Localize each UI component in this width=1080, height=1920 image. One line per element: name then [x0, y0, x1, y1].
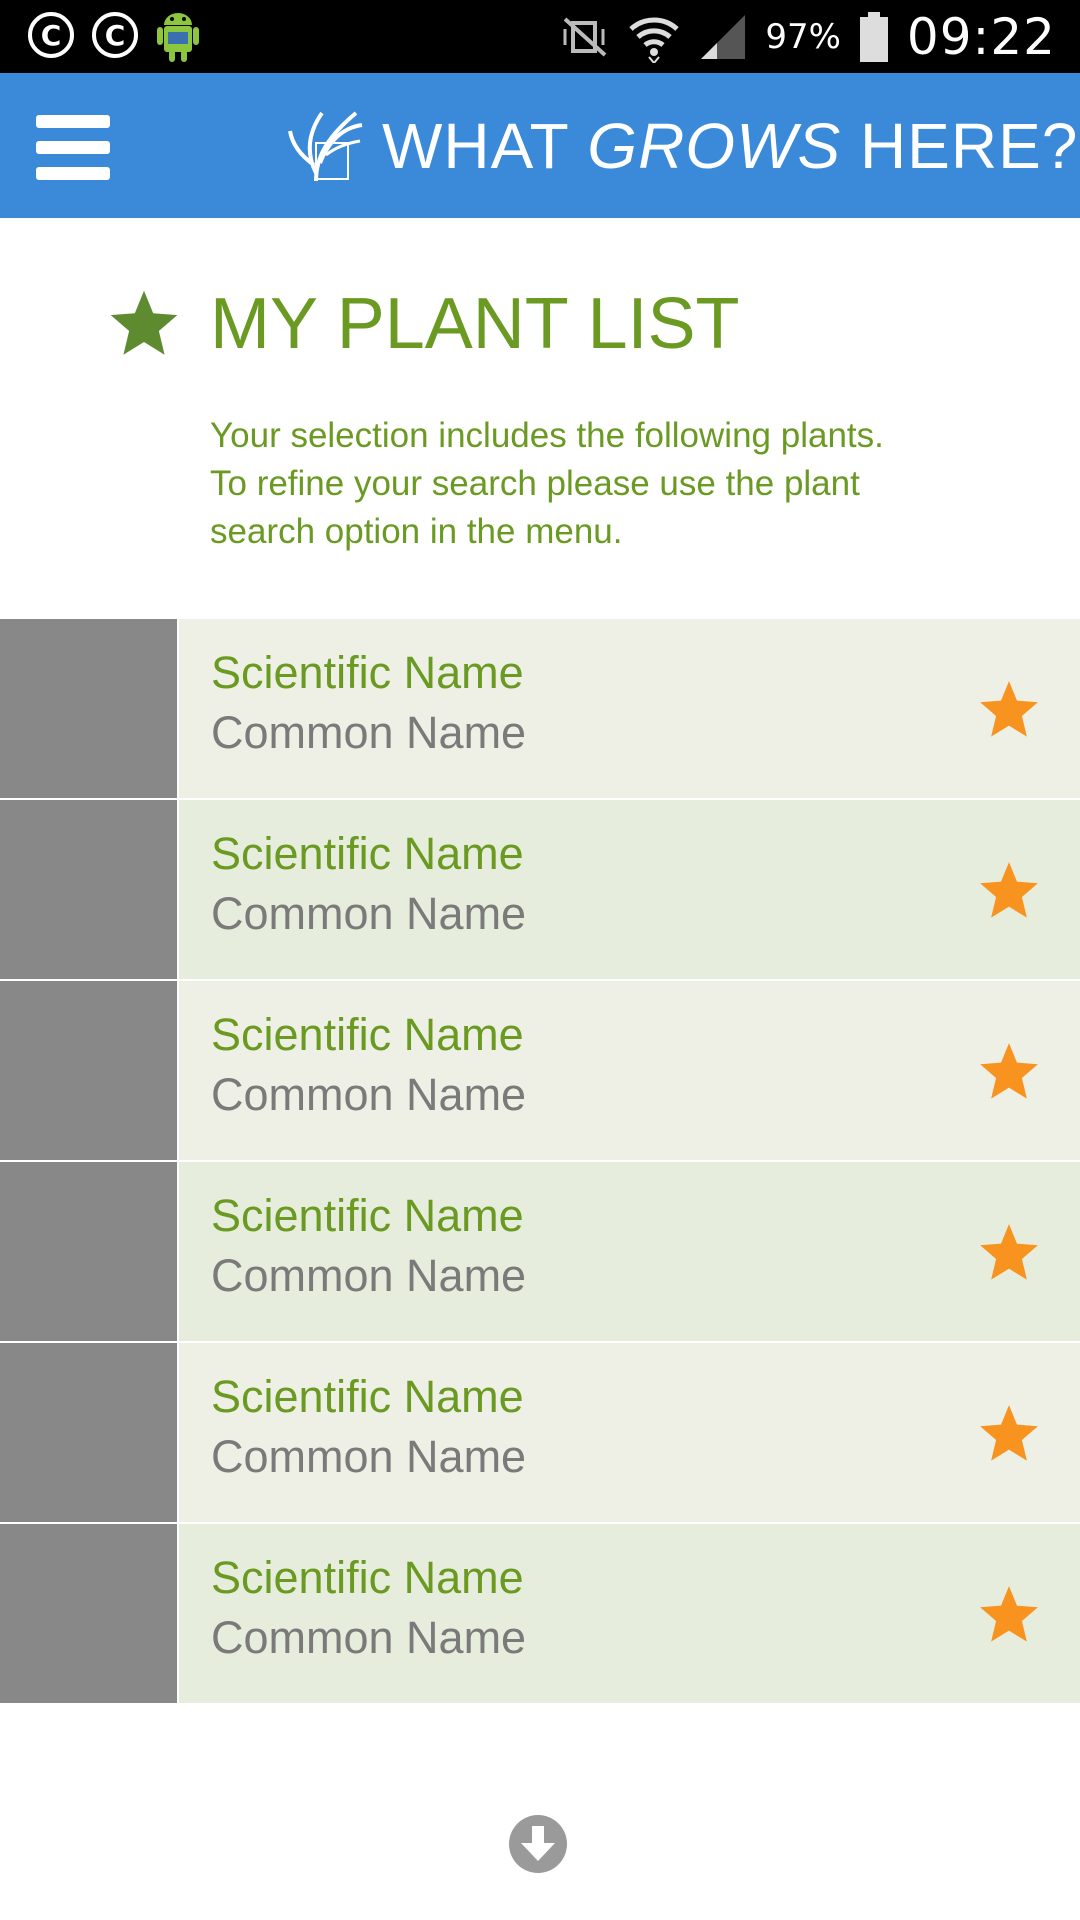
list-item[interactable]: Scientific Name Common Name: [0, 800, 1080, 981]
battery-icon: [859, 11, 888, 62]
favorite-star-icon[interactable]: [976, 1582, 1042, 1648]
vibrate-off-icon: [563, 17, 607, 56]
plant-thumbnail: [0, 1524, 177, 1703]
scientific-name: Scientific Name: [211, 1371, 524, 1422]
android-icon: [157, 13, 199, 62]
plant-thumbnail: [0, 800, 177, 979]
common-name: Common Name: [211, 1250, 527, 1301]
common-name: Common Name: [211, 1612, 527, 1663]
scientific-name: Scientific Name: [211, 647, 524, 698]
copyright-icon: C: [28, 12, 74, 58]
favorite-star-icon[interactable]: [976, 858, 1042, 924]
app-title: WHAT GROWS HERE?: [382, 110, 1079, 182]
list-item[interactable]: Scientific Name Common Name: [0, 1343, 1080, 1524]
common-name: Common Name: [211, 1069, 527, 1120]
plant-thumbnail: [0, 1162, 177, 1341]
common-name: Common Name: [211, 1431, 527, 1482]
list-item[interactable]: Scientific Name Common Name: [0, 1524, 1080, 1705]
hamburger-menu-icon[interactable]: [36, 111, 110, 183]
list-item[interactable]: Scientific Name Common Name: [0, 981, 1080, 1162]
wifi-icon: [629, 17, 680, 63]
page-title: MY PLANT LIST: [210, 284, 740, 364]
clock: 09:22: [906, 7, 1056, 66]
scientific-name: Scientific Name: [211, 828, 524, 879]
scientific-name: Scientific Name: [211, 1190, 524, 1241]
arrow-down-circle-icon[interactable]: [508, 1814, 568, 1874]
copyright-icon: C: [92, 12, 138, 58]
common-name: Common Name: [211, 707, 527, 758]
plant-thumbnail: [0, 1343, 177, 1522]
favorite-star-icon[interactable]: [976, 1220, 1042, 1286]
star-icon: [110, 290, 178, 355]
intro-text: Your selection includes the following pl…: [210, 416, 884, 551]
favorite-star-icon[interactable]: [976, 1039, 1042, 1105]
signal-icon: [701, 14, 746, 59]
plant-thumbnail: [0, 981, 177, 1160]
battery-percent: 97%: [765, 16, 841, 57]
list-item[interactable]: Scientific Name Common Name: [0, 1162, 1080, 1343]
scientific-name: Scientific Name: [211, 1552, 524, 1603]
plant-list: Scientific Name Common Name Scientific N…: [0, 619, 1080, 1705]
favorite-star-icon[interactable]: [976, 1401, 1042, 1467]
common-name: Common Name: [211, 888, 527, 939]
plant-logo-icon: [288, 111, 363, 182]
list-item[interactable]: Scientific Name Common Name: [0, 619, 1080, 800]
favorite-star-icon[interactable]: [976, 677, 1042, 743]
plant-thumbnail: [0, 619, 177, 798]
app-bar: WHAT GROWS HERE?: [0, 73, 1080, 218]
status-bar: C C 97% 09:22: [0, 0, 1080, 73]
scientific-name: Scientific Name: [211, 1009, 524, 1060]
